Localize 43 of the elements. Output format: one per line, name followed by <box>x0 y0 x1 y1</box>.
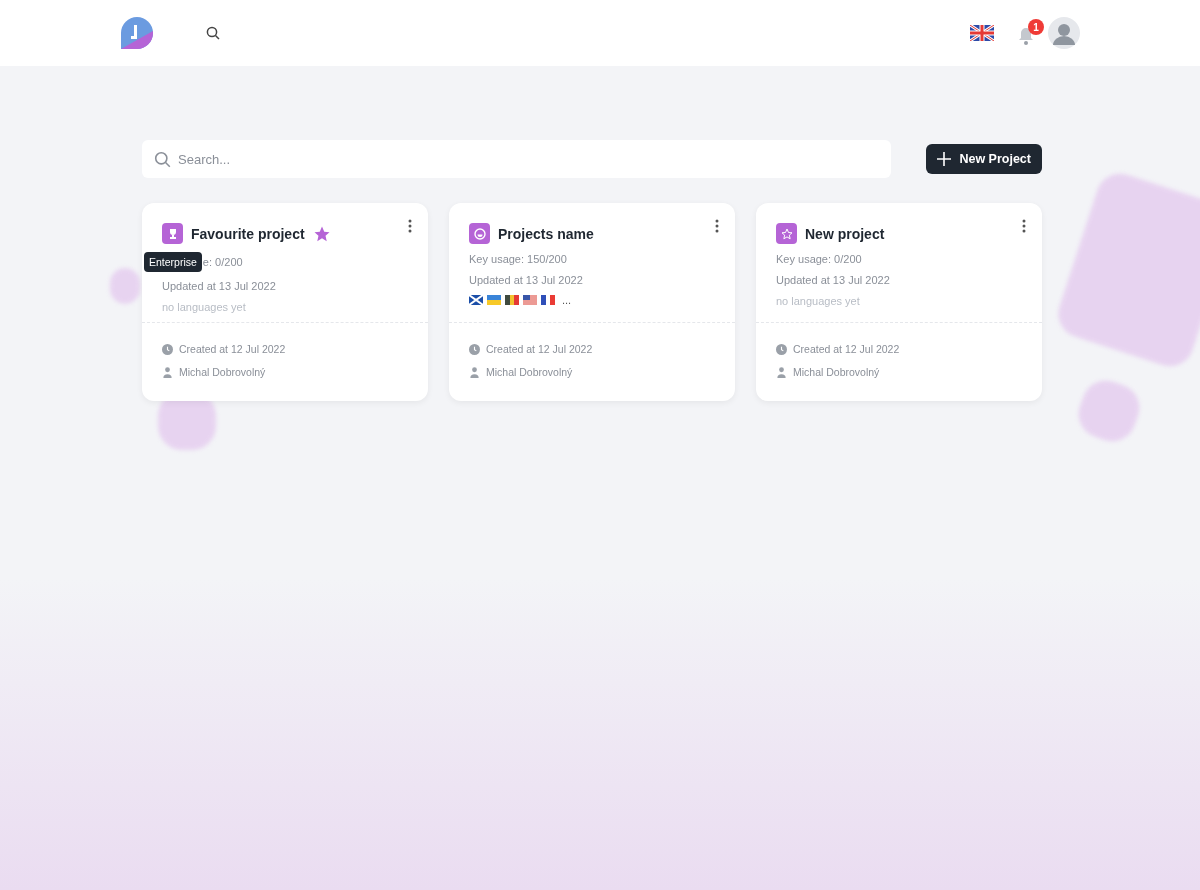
key-usage: Key usage: 0/200 <box>776 252 862 266</box>
search-field[interactable]: Search... <box>142 140 892 178</box>
no-languages-text: no languages yet <box>776 294 861 308</box>
created-date: Created at 12 Jul 2022 <box>486 343 593 355</box>
project-card[interactable]: Favourite project Enterprise e: 0/200 Updated at 13 Jul 2022 no languages yet Created at 12 Jul 2022 Michal Dobrovolný <box>142 203 428 401</box>
project-title[interactable]: Projects name <box>498 225 594 242</box>
more-menu-button[interactable] <box>1020 217 1028 235</box>
person-icon <box>162 366 173 378</box>
uk-flag-icon[interactable] <box>970 25 994 41</box>
clock-icon <box>776 343 787 355</box>
more-menu-button[interactable] <box>406 217 414 235</box>
created-date: Created at 12 Jul 2022 <box>793 343 900 355</box>
clock-icon <box>469 343 480 355</box>
project-title[interactable]: New project <box>805 225 885 242</box>
author-name: Michal Dobrovolný <box>179 366 266 378</box>
plus-icon <box>937 152 952 166</box>
notifications-button[interactable]: 1 <box>1008 19 1044 47</box>
updated-date: Updated at 13 Jul 2022 <box>469 273 583 287</box>
plan-tooltip: Enterprise <box>144 252 202 272</box>
decorative-shape <box>110 268 140 304</box>
project-card[interactable]: New project Key usage: 0/200 Updated at 13 Jul 2022 no languages yet Created at 12 Jul 2022 Michal Dobrovolný <box>756 203 1042 401</box>
created-date: Created at 12 Jul 2022 <box>179 343 286 355</box>
project-card[interactable]: Projects name Key usage: 150/200 Updated at 13 Jul 2022 ... Created at 12 Jul 2022 Michal Dobrovolný <box>449 203 735 401</box>
new-project-button[interactable]: New Project <box>926 144 1042 174</box>
search-icon[interactable] <box>206 26 220 40</box>
clock-icon <box>162 343 173 355</box>
more-menu-button[interactable] <box>713 217 721 235</box>
logo-icon[interactable] <box>120 16 154 50</box>
notification-badge: 1 <box>1028 19 1044 35</box>
more-languages: ... <box>562 294 572 306</box>
person-icon <box>469 366 480 378</box>
bell-icon <box>1018 27 1034 45</box>
key-usage: Key usage: 150/200 <box>469 252 567 266</box>
person-icon <box>776 366 787 378</box>
key-usage: e: 0/200 <box>202 255 243 269</box>
updated-date: Updated at 13 Jul 2022 <box>776 273 890 287</box>
author-name: Michal Dobrovolný <box>486 366 573 378</box>
author-name: Michal Dobrovolný <box>793 366 880 378</box>
no-languages-text: no languages yet <box>162 300 247 314</box>
search-icon <box>154 151 171 168</box>
project-title[interactable]: Favourite project <box>191 225 305 242</box>
updated-date: Updated at 13 Jul 2022 <box>162 279 276 293</box>
avatar[interactable] <box>1048 17 1080 49</box>
